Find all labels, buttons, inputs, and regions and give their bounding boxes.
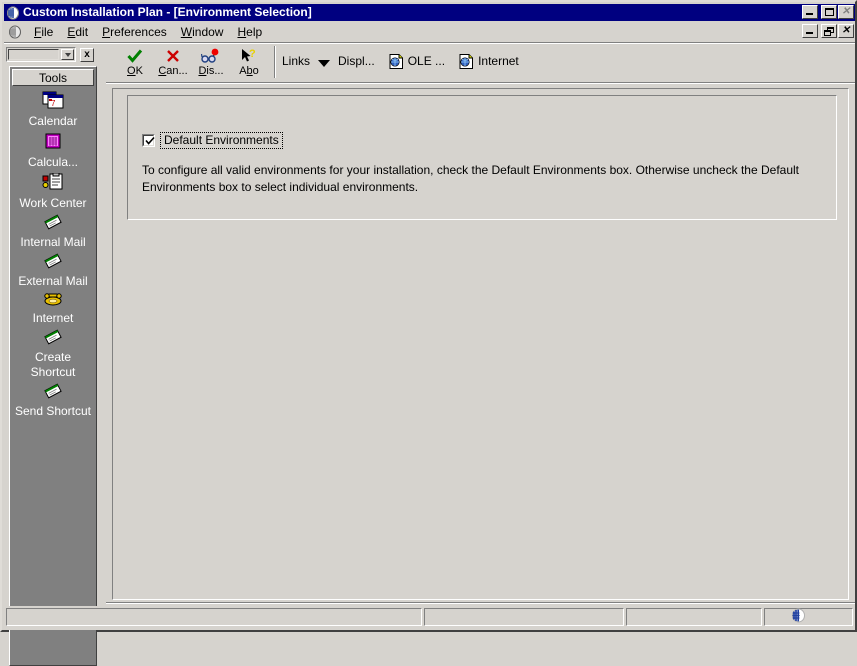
- link-internet[interactable]: Internet: [459, 44, 519, 78]
- close-button[interactable]: ✕: [838, 5, 854, 19]
- ok-button-label: OK: [127, 65, 143, 77]
- sidebar-item-label: Create Shortcut: [30, 350, 76, 379]
- sidebar-item-label: Calcula...: [27, 155, 79, 169]
- tools-sidebar: x Tools 7 Calendar Calcula... Work Cente…: [4, 44, 103, 666]
- link-ole[interactable]: OLE ...: [389, 44, 445, 78]
- arrow-question-icon: ?: [240, 47, 258, 64]
- environment-group-box: Default Environments To configure all va…: [127, 95, 837, 220]
- window-title: Custom Installation Plan - [Environment …: [23, 5, 312, 19]
- environment-description: To configure all valid environments for …: [142, 163, 799, 194]
- sidebar-item-calculator[interactable]: Calcula...: [12, 129, 94, 170]
- triangle-down-icon[interactable]: [318, 59, 331, 67]
- globe-icon: [791, 608, 806, 626]
- default-environments-checkbox-row[interactable]: Default Environments: [142, 132, 283, 149]
- sidebar-item-label: External Mail: [18, 274, 88, 288]
- status-pane-1: [6, 608, 422, 626]
- maximize-button[interactable]: [821, 5, 837, 19]
- svg-text:?: ?: [249, 48, 256, 60]
- about-button[interactable]: ? Abo: [230, 44, 268, 80]
- default-environments-checkbox[interactable]: [142, 134, 155, 147]
- sidebar-close-button[interactable]: x: [80, 47, 94, 62]
- status-pane-globe[interactable]: [764, 608, 853, 626]
- form-area: Default Environments To configure all va…: [112, 88, 849, 600]
- child-restore-button[interactable]: [821, 24, 837, 38]
- menu-item-window[interactable]: Window: [174, 23, 231, 41]
- menu-globe-icon[interactable]: [8, 25, 22, 39]
- link-ole-label: OLE ...: [407, 54, 446, 68]
- toolbar-separator-line: [106, 82, 855, 84]
- menu-item-edit[interactable]: Edit: [60, 23, 95, 41]
- sidebar-combo-row: x: [6, 47, 99, 62]
- title-bar: Custom Installation Plan - [Environment …: [4, 4, 855, 21]
- cancel-button[interactable]: Can...: [154, 44, 192, 80]
- sidebar-item-external-mail[interactable]: External Mail: [12, 250, 94, 289]
- green-check-icon: [127, 47, 143, 64]
- ole-document-icon: [389, 53, 404, 69]
- about-button-label: Abo: [239, 65, 259, 77]
- glasses-balloon-icon: [201, 47, 221, 64]
- sidebar-item-create-shortcut[interactable]: Create Shortcut: [12, 326, 94, 380]
- send-shortcut-icon: [12, 383, 94, 403]
- external-mail-icon: [12, 253, 94, 273]
- link-display[interactable]: Displ...: [338, 44, 375, 78]
- mdi-child-controls: ✕: [801, 24, 854, 38]
- sidebar-item-internal-mail[interactable]: Internal Mail: [12, 211, 94, 250]
- tools-panel: Tools 7 Calendar Calcula... Work Center …: [9, 66, 97, 666]
- status-pane-2: [424, 608, 624, 626]
- window-controls: ✕: [801, 5, 854, 19]
- menu-item-help[interactable]: Help: [230, 23, 269, 41]
- sidebar-item-label: Send Shortcut: [14, 404, 92, 418]
- sidebar-item-internet[interactable]: Internet: [12, 289, 94, 326]
- calculator-icon: [12, 132, 94, 154]
- display-button[interactable]: Dis...: [192, 44, 230, 80]
- red-x-icon: [166, 47, 180, 64]
- display-button-label: Dis...: [198, 65, 224, 77]
- status-pane-3: [626, 608, 762, 626]
- status-bar: [4, 606, 855, 630]
- create-shortcut-icon: [12, 329, 94, 349]
- sidebar-item-calendar[interactable]: 7 Calendar: [12, 88, 94, 129]
- default-environments-label[interactable]: Default Environments: [160, 132, 283, 149]
- mdi-client-area: OK Can... Dis... ? Abo Links Displ... OL…: [106, 44, 855, 604]
- ok-button[interactable]: OK: [116, 44, 154, 80]
- child-close-button[interactable]: ✕: [838, 24, 854, 38]
- application-window: Custom Installation Plan - [Environment …: [0, 0, 857, 666]
- chevron-down-icon[interactable]: [61, 49, 74, 60]
- telephone-icon: [12, 292, 94, 310]
- menu-item-file[interactable]: File: [27, 23, 60, 41]
- globe-icon: [6, 6, 20, 20]
- tools-list: 7 Calendar Calcula... Work Center Intern…: [12, 88, 94, 663]
- sidebar-item-label: Internal Mail: [20, 235, 86, 249]
- menu-item-preferences[interactable]: Preferences: [95, 23, 174, 41]
- minimize-button[interactable]: [802, 5, 818, 19]
- internet-document-icon: [459, 53, 474, 69]
- sidebar-item-send-shortcut[interactable]: Send Shortcut: [12, 380, 94, 419]
- sidebar-dropdown-value[interactable]: [8, 49, 59, 60]
- checkmark-icon: [145, 136, 155, 145]
- menu-bar: File Edit Preferences Window Help ✕: [4, 21, 855, 42]
- toolbar-separator: [274, 46, 276, 78]
- link-display-label: Displ...: [338, 54, 375, 68]
- calendar-icon: 7: [12, 91, 94, 113]
- links-label: Links: [282, 54, 311, 68]
- cancel-button-label: Can...: [158, 65, 188, 77]
- sidebar-item-label: Work Center: [19, 196, 87, 210]
- sidebar-dropdown[interactable]: [6, 47, 76, 62]
- tools-panel-header: Tools: [12, 69, 94, 86]
- sidebar-item-label: Calendar: [28, 114, 78, 128]
- client-bottom-separator: [106, 602, 855, 604]
- sidebar-item-work-center[interactable]: Work Center: [12, 170, 94, 211]
- link-internet-label: Internet: [478, 54, 519, 68]
- internal-mail-icon: [12, 214, 94, 234]
- child-minimize-button[interactable]: [802, 24, 818, 38]
- sidebar-item-label: Internet: [32, 311, 74, 325]
- work-center-icon: [12, 172, 94, 195]
- toolbar: OK Can... Dis... ? Abo Links Displ... OL…: [106, 44, 855, 82]
